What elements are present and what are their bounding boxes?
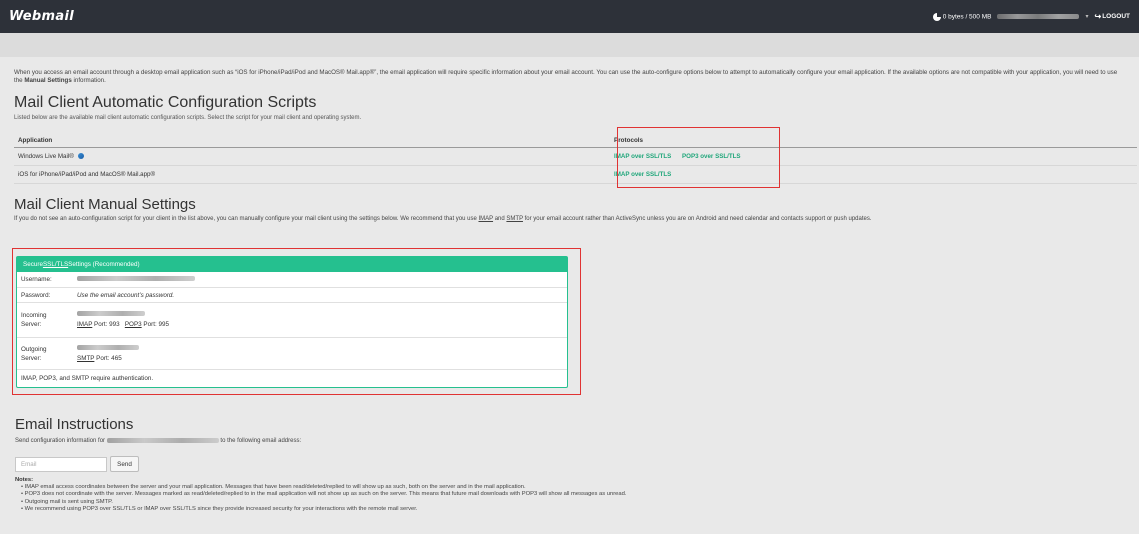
password-row: Password: Use the email account’s passwo… xyxy=(17,288,567,303)
intro-text-start: When you access an email account through… xyxy=(14,69,1118,84)
top-right-controls: 0 bytes / 500 MB ▾ ↪ LOGOUT xyxy=(932,12,1130,21)
auto-config-subtitle: Listed below are the available mail clie… xyxy=(14,115,362,121)
send-button[interactable]: Send xyxy=(110,456,139,472)
webmail-logo[interactable]: Webmail xyxy=(9,9,74,24)
table-header-row: Application Protocols xyxy=(14,133,1137,148)
incoming-server-row: Incoming Server: IMAP Port: 993 POP3 Port… xyxy=(17,303,567,338)
incoming-label-line1: Incoming xyxy=(21,312,47,319)
send-config-desc: Send configuration information for to th… xyxy=(15,438,301,444)
list-item: POP3 does not coordinate with the server… xyxy=(21,491,627,498)
password-label: Password: xyxy=(21,291,51,299)
card-header: Secure SSL/TLS Settings (Recommended) xyxy=(17,257,567,272)
user-email-redacted[interactable] xyxy=(997,14,1080,19)
manual-settings-desc: If you do not see an auto-configuration … xyxy=(14,216,1129,222)
auth-note: IMAP, POP3, and SMTP require authenticat… xyxy=(21,375,154,382)
email-instructions-title: Email Instructions xyxy=(15,416,134,433)
pop3-label: POP3 xyxy=(124,321,142,328)
logout-icon: ↪ xyxy=(1094,12,1102,21)
manual-desc-end: for your email account rather than Activ… xyxy=(522,216,872,222)
table-row: Windows Live Mail® IMAP over SSL/TLS POP… xyxy=(14,148,1137,166)
notes-list: IMAP email access coordinates between th… xyxy=(15,484,627,513)
quota-text: 0 bytes / 500 MB xyxy=(942,13,992,21)
app-name: Windows Live Mail® xyxy=(14,153,611,160)
ssl-settings-card: Secure SSL/TLS Settings (Recommended) Us… xyxy=(16,256,568,388)
manual-settings-bold: Manual Settings xyxy=(24,77,72,84)
send-desc-end: to the following email address: xyxy=(220,438,302,445)
account-redacted xyxy=(106,438,219,443)
incoming-value: IMAP Port: 993 POP3 Port: 995 xyxy=(77,310,567,330)
card-header-secure: Secure xyxy=(23,261,43,268)
outgoing-label: Outgoing Server: xyxy=(17,345,77,363)
logout-button[interactable]: ↪ LOGOUT xyxy=(1094,12,1130,21)
windows-live-mail-icon xyxy=(77,153,84,160)
table-row: iOS for iPhone/iPad/iPod and MacOS® Mail… xyxy=(14,166,1137,184)
username-row: Username: xyxy=(17,272,567,288)
manual-desc-start: If you do not see an auto-configuration … xyxy=(14,216,479,222)
auto-config-title: Mail Client Automatic Configuration Scri… xyxy=(14,94,317,111)
card-header-rest: Settings (Recommended) xyxy=(68,261,140,268)
email-input[interactable]: Email xyxy=(15,457,107,472)
imap-abbr: IMAP xyxy=(478,216,494,222)
imap-port: Port: 993 xyxy=(92,321,120,328)
send-desc-start: Send configuration information for xyxy=(15,438,106,445)
logout-label: LOGOUT xyxy=(1102,13,1130,20)
incoming-label-line2: Server: xyxy=(21,321,42,328)
manual-settings-title: Mail Client Manual Settings xyxy=(14,196,196,213)
password-value: Use the email account’s password. xyxy=(77,291,175,299)
smtp-abbr: SMTP xyxy=(506,216,523,222)
outgoing-server-row: Outgoing Server: SMTP Port: 465 xyxy=(17,338,567,370)
card-header-ssl: SSL/TLS xyxy=(42,261,69,268)
smtp-label: SMTP xyxy=(77,354,95,362)
app-name: iOS for iPhone/iPad/iPod and MacOS® Mail… xyxy=(18,171,156,178)
imap-label: IMAP xyxy=(77,321,93,328)
col-application: Application xyxy=(18,136,53,144)
highlight-box-protocols xyxy=(617,127,780,188)
chevron-down-icon[interactable]: ▾ xyxy=(1085,13,1088,20)
list-item: Outgoing mail is sent using SMTP. xyxy=(21,499,626,506)
notes-heading: Notes: xyxy=(15,477,34,483)
top-bar: Webmail 0 bytes / 500 MB ▾ ↪ LOGOUT xyxy=(0,0,1139,33)
notes-section: Notes: IMAP email access coordinates bet… xyxy=(15,477,626,513)
pie-chart-icon xyxy=(932,12,941,21)
intro-text: When you access an email account through… xyxy=(14,69,1126,85)
config-scripts-table: Application Protocols Windows Live Mail®… xyxy=(14,127,1137,188)
incoming-label: Incoming Server: xyxy=(17,311,77,329)
outgoing-host-redacted xyxy=(77,344,139,350)
username-label: Username: xyxy=(21,276,52,283)
smtp-port: Port: 465 xyxy=(94,354,122,362)
username-value xyxy=(77,276,567,283)
outgoing-label-line1: Outgoing xyxy=(21,345,47,353)
outgoing-value: SMTP Port: 465 xyxy=(77,344,567,364)
username-redacted xyxy=(77,276,195,281)
outgoing-label-line2: Server: xyxy=(21,354,42,362)
list-item: We recommend using POP3 over SSL/TLS or … xyxy=(21,506,626,513)
intro-text-end: information. xyxy=(71,77,106,84)
app-name-text: Windows Live Mail® xyxy=(18,153,74,160)
list-item: IMAP email access coordinates between th… xyxy=(21,484,626,491)
quota-indicator: 0 bytes / 500 MB xyxy=(932,12,992,21)
breadcrumb-bar xyxy=(0,33,1139,57)
manual-desc-and: and xyxy=(493,216,507,222)
main-content: When you access an email account through… xyxy=(0,69,1139,222)
pop3-port: Port: 995 xyxy=(141,321,169,328)
incoming-host-redacted xyxy=(77,311,145,316)
